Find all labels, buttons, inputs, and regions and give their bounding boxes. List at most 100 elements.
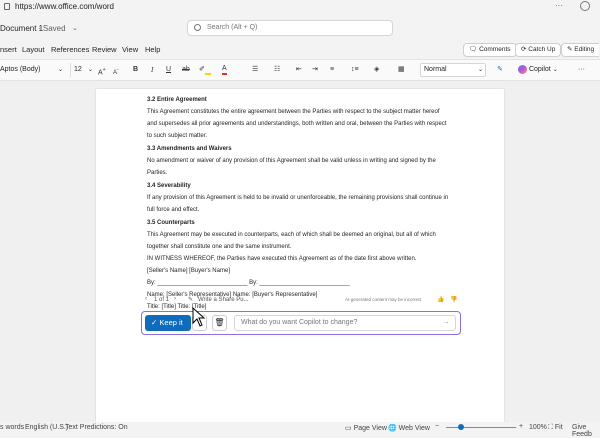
borders-icon[interactable]: ▦ — [398, 65, 405, 75]
document-canvas: 3.2 Entire Agreement This Agreement const… — [0, 81, 600, 422]
increase-font-icon[interactable]: A+ — [98, 65, 106, 78]
section-heading[interactable]: 3.2 Entire Agreement — [147, 96, 467, 105]
font-family-select[interactable]: Aptos (Body) ⌄ — [0, 63, 66, 77]
next-chevron-icon[interactable]: › — [174, 296, 176, 302]
trash-icon[interactable]: 🗑 — [212, 315, 227, 331]
shading-icon[interactable]: ◈ — [374, 65, 379, 75]
comment-icon: 🗨 — [469, 46, 478, 53]
thumbs-up-icon[interactable]: 👍 — [437, 296, 444, 303]
copilot-prompt-box: ✓ Keep it 🗑 What do you want Copilot to … — [141, 311, 461, 335]
paragraph-line[interactable]: No amendment or waiver of any provision … — [147, 157, 467, 166]
outdent-icon[interactable]: ⇤ — [296, 65, 302, 75]
bold-icon[interactable]: B — [133, 65, 138, 75]
web-view-button[interactable]: 🌐 Web View — [388, 424, 430, 432]
saved-chevron-icon[interactable]: ⌄ — [72, 24, 78, 32]
zoom-in-button[interactable]: + — [519, 423, 523, 430]
chevron-down-icon: ⌄ — [552, 67, 558, 73]
copilot-button[interactable]: Copilot ⌄ — [518, 64, 558, 76]
paragraph-line[interactable]: and supersedes all prior agreements and … — [147, 120, 467, 129]
copilot-icon — [518, 64, 527, 74]
search-box[interactable]: Search (Alt + Q) — [187, 20, 393, 36]
comments-button[interactable]: 🗨 Comments — [463, 43, 517, 57]
text-predictions[interactable]: Text Predictions: On — [65, 424, 128, 431]
paragraph-line[interactable]: IN WITNESS WHEREOF, the Parties have exe… — [147, 255, 467, 264]
fit-button[interactable]: ⛶ Fit — [548, 424, 563, 432]
tab-layout[interactable]: Layout — [22, 45, 45, 54]
more-icon[interactable]: ··· — [555, 1, 563, 10]
font-family-value: Aptos (Body) — [0, 66, 41, 73]
url-text[interactable]: https://www.office.com/word — [15, 2, 114, 11]
page-view-button[interactable]: ▭ Page View — [345, 424, 387, 432]
page-view-label: Page View — [353, 425, 387, 432]
editing-button[interactable]: ✎ Editing — [561, 43, 600, 57]
tab-review[interactable]: Review — [92, 45, 117, 54]
highlight-icon[interactable]: ✐ — [199, 65, 211, 75]
font-size-select[interactable]: 12 ⌄ — [70, 63, 94, 77]
paragraph-line[interactable]: Parties. — [147, 169, 467, 178]
zoom-slider[interactable] — [446, 424, 516, 430]
tab-references[interactable]: References — [51, 45, 89, 54]
bullets-icon[interactable]: ☰ — [252, 65, 258, 75]
search-icon — [194, 24, 201, 31]
copilot-label: Copilot — [528, 66, 551, 73]
chevron-down-icon: ⌄ — [478, 67, 484, 73]
italic-icon[interactable]: I — [151, 65, 153, 75]
pencil-icon: ✎ — [188, 297, 194, 303]
menu-tabs: nsert Layout References Review View Help… — [0, 42, 600, 58]
paragraph-line[interactable]: This Agreement may be executed in counte… — [147, 231, 467, 240]
copilot-change-input[interactable]: What do you want Copilot to change? → — [234, 315, 456, 331]
tab-help[interactable]: Help — [145, 45, 160, 54]
section-heading[interactable]: 3.3 Amendments and Waivers — [147, 145, 467, 154]
paragraph-line[interactable]: [Seller's Name] [Buyer's Name] — [147, 267, 467, 276]
paragraph-line[interactable]: together shall constitute one and the sa… — [147, 243, 467, 252]
underline-icon[interactable]: U — [166, 65, 171, 75]
prev-chevron-icon[interactable]: ‹ — [145, 296, 147, 302]
tab-insert[interactable]: nsert — [0, 45, 17, 54]
catchup-button[interactable]: ⟳ Catch Up — [515, 43, 562, 57]
paragraph-line[interactable]: If any provision of this Agreement is he… — [147, 194, 467, 203]
copilot-suggestion-bar: ‹ 1 of 1 › ✎ Write a Share Pu... AI-gene… — [145, 295, 463, 307]
ai-disclaimer: AI-generated content may be incorrect — [345, 297, 422, 302]
section-heading[interactable]: 3.4 Severability — [147, 182, 467, 191]
numbering-icon[interactable]: ☷ — [274, 65, 280, 75]
strikethrough-icon[interactable]: ab — [182, 65, 190, 75]
decrease-font-icon[interactable]: A- — [113, 65, 119, 78]
send-arrow-icon[interactable]: → — [442, 317, 450, 326]
tab-view[interactable]: View — [122, 45, 138, 54]
ribbon-toolbar: Aptos (Body) ⌄ 12 ⌄ A+ A- B I U ab ✐ A ☰… — [0, 59, 600, 81]
doc-title[interactable]: Document 1 — [0, 24, 43, 33]
address-bar[interactable]: https://www.office.com/word ··· — [0, 0, 600, 14]
document-body[interactable]: 3.2 Entire Agreement This Agreement const… — [147, 93, 467, 312]
zoom-out-button[interactable]: − — [435, 423, 439, 430]
paragraph-line[interactable]: to such subject matter. — [147, 132, 467, 141]
paragraph-line[interactable]: This Agreement constitutes the entire ag… — [147, 108, 467, 117]
paragraph-line[interactable]: full force and effect. — [147, 206, 467, 215]
web-view-label: Web View — [398, 425, 430, 432]
copilot-input-placeholder: What do you want Copilot to change? — [241, 319, 358, 326]
pager-text: 1 of 1 — [154, 297, 170, 303]
pen-icon[interactable]: ✎ — [497, 65, 503, 75]
document-page[interactable]: 3.2 Entire Agreement This Agreement const… — [96, 89, 504, 422]
keep-it-button[interactable]: ✓ Keep it — [145, 315, 191, 331]
line-spacing-icon[interactable]: ↕≡ — [351, 65, 359, 75]
style-value: Normal — [424, 66, 447, 73]
fit-label: Fit — [554, 424, 563, 431]
indent-icon[interactable]: ⇥ — [312, 65, 318, 75]
catchup-label: Catch Up — [528, 46, 556, 53]
feedback-button[interactable]: Give Feedb — [572, 424, 600, 438]
chevron-down-icon: ⌄ — [88, 67, 94, 73]
section-heading[interactable]: 3.5 Counterparts — [147, 219, 467, 228]
word-count[interactable]: s words — [0, 424, 24, 431]
zoom-level[interactable]: 100% — [529, 424, 547, 431]
profile-icon[interactable] — [580, 1, 590, 11]
paragraph-line[interactable]: By: ___________________________ By: ____… — [147, 279, 467, 288]
catchup-icon: ⟳ — [521, 46, 527, 53]
font-color-icon[interactable]: A — [222, 65, 227, 75]
write-share-label[interactable]: Write a Share Pu... — [198, 297, 249, 303]
align-icon[interactable]: ≡ — [330, 65, 334, 75]
style-select[interactable]: Normal ⌄ — [420, 63, 486, 77]
language-status[interactable]: English (U.S.) — [25, 424, 68, 431]
zoom-slider-thumb[interactable] — [458, 424, 464, 430]
thumbs-down-icon[interactable]: 👎 — [450, 296, 457, 303]
more-options-icon[interactable]: ··· — [578, 65, 585, 75]
